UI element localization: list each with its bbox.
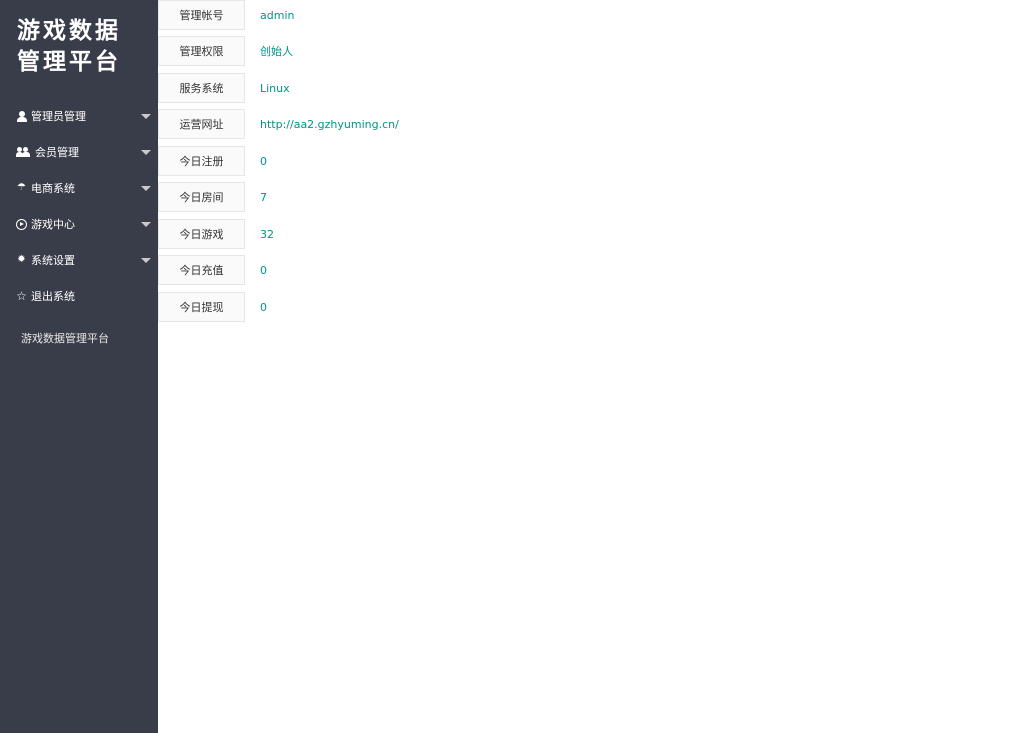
info-label: 运营网址 — [158, 109, 245, 139]
info-value: http://aa2.gzhyuming.cn/ — [260, 117, 399, 131]
sidebar-item-label: 电商系统 — [31, 182, 75, 195]
sidebar-item-label: 会员管理 — [35, 146, 79, 159]
info-label: 管理权限 — [158, 36, 245, 66]
sidebar-item-label: 管理员管理 — [31, 110, 86, 123]
info-label: 今日房间 — [158, 182, 245, 212]
brand-title: 游戏数据 管理平台 — [17, 16, 147, 78]
sidebar-footer-text: 游戏数据管理平台 — [21, 332, 109, 345]
info-value: 7 — [260, 190, 267, 204]
umbrella-icon: ☂ — [17, 182, 26, 193]
info-row-today-recharge: 今日充值 0 — [158, 255, 558, 285]
info-label: 服务系统 — [158, 73, 245, 103]
sidebar-item-system-settings[interactable]: ✹ 系统设置 — [0, 242, 158, 278]
chevron-down-icon — [141, 222, 151, 227]
info-row-permission: 管理权限 创始人 — [158, 36, 558, 66]
info-row-server-os: 服务系统 Linux — [158, 73, 558, 103]
sidebar-item-label: 退出系统 — [31, 290, 75, 303]
chevron-down-icon — [141, 258, 151, 263]
info-row-today-rooms: 今日房间 7 — [158, 182, 558, 212]
info-value: 0 — [260, 263, 267, 277]
sidebar-item-ecommerce[interactable]: ☂ 电商系统 — [0, 170, 158, 206]
users-icon — [15, 146, 31, 159]
star-icon: ☆ — [16, 289, 27, 303]
info-value: 创始人 — [260, 45, 293, 58]
sidebar: 游戏数据 管理平台 管理员管理 会员管理 ☂ 电商系统 游戏中心 ✹ 系统设置 — [0, 0, 158, 733]
info-label: 管理帐号 — [158, 0, 245, 30]
chevron-down-icon — [141, 186, 151, 191]
sidebar-item-game-center[interactable]: 游戏中心 — [0, 206, 158, 242]
chevron-down-icon — [141, 150, 151, 155]
info-label: 今日注册 — [158, 146, 245, 176]
info-row-account: 管理帐号 admin — [158, 0, 558, 30]
info-row-today-registrations: 今日注册 0 — [158, 146, 558, 176]
info-value: Linux — [260, 81, 290, 95]
info-value: 0 — [260, 154, 267, 168]
user-icon — [15, 110, 28, 123]
sidebar-nav: 管理员管理 会员管理 ☂ 电商系统 游戏中心 ✹ 系统设置 ☆ 退出系统 — [0, 98, 158, 314]
sidebar-item-logout[interactable]: ☆ 退出系统 — [0, 278, 158, 314]
info-row-today-withdrawals: 今日提现 0 — [158, 292, 558, 322]
brand-line-2: 管理平台 — [17, 49, 121, 75]
sidebar-item-member-management[interactable]: 会员管理 — [0, 134, 158, 170]
chevron-down-icon — [141, 114, 151, 119]
info-row-today-games: 今日游戏 32 — [158, 219, 558, 249]
gear-icon: ✹ — [17, 254, 26, 265]
info-label: 今日充值 — [158, 255, 245, 285]
brand-line-1: 游戏数据 — [17, 18, 121, 44]
info-value: 0 — [260, 300, 267, 314]
info-value: admin — [260, 8, 295, 22]
sidebar-item-admin-management[interactable]: 管理员管理 — [0, 98, 158, 134]
play-circle-icon — [15, 218, 28, 231]
sidebar-item-label: 系统设置 — [31, 254, 75, 267]
info-value: 32 — [260, 227, 274, 241]
info-label: 今日提现 — [158, 292, 245, 322]
sidebar-item-label: 游戏中心 — [31, 218, 75, 231]
info-label: 今日游戏 — [158, 219, 245, 249]
info-row-site-url: 运营网址 http://aa2.gzhyuming.cn/ — [158, 109, 558, 139]
